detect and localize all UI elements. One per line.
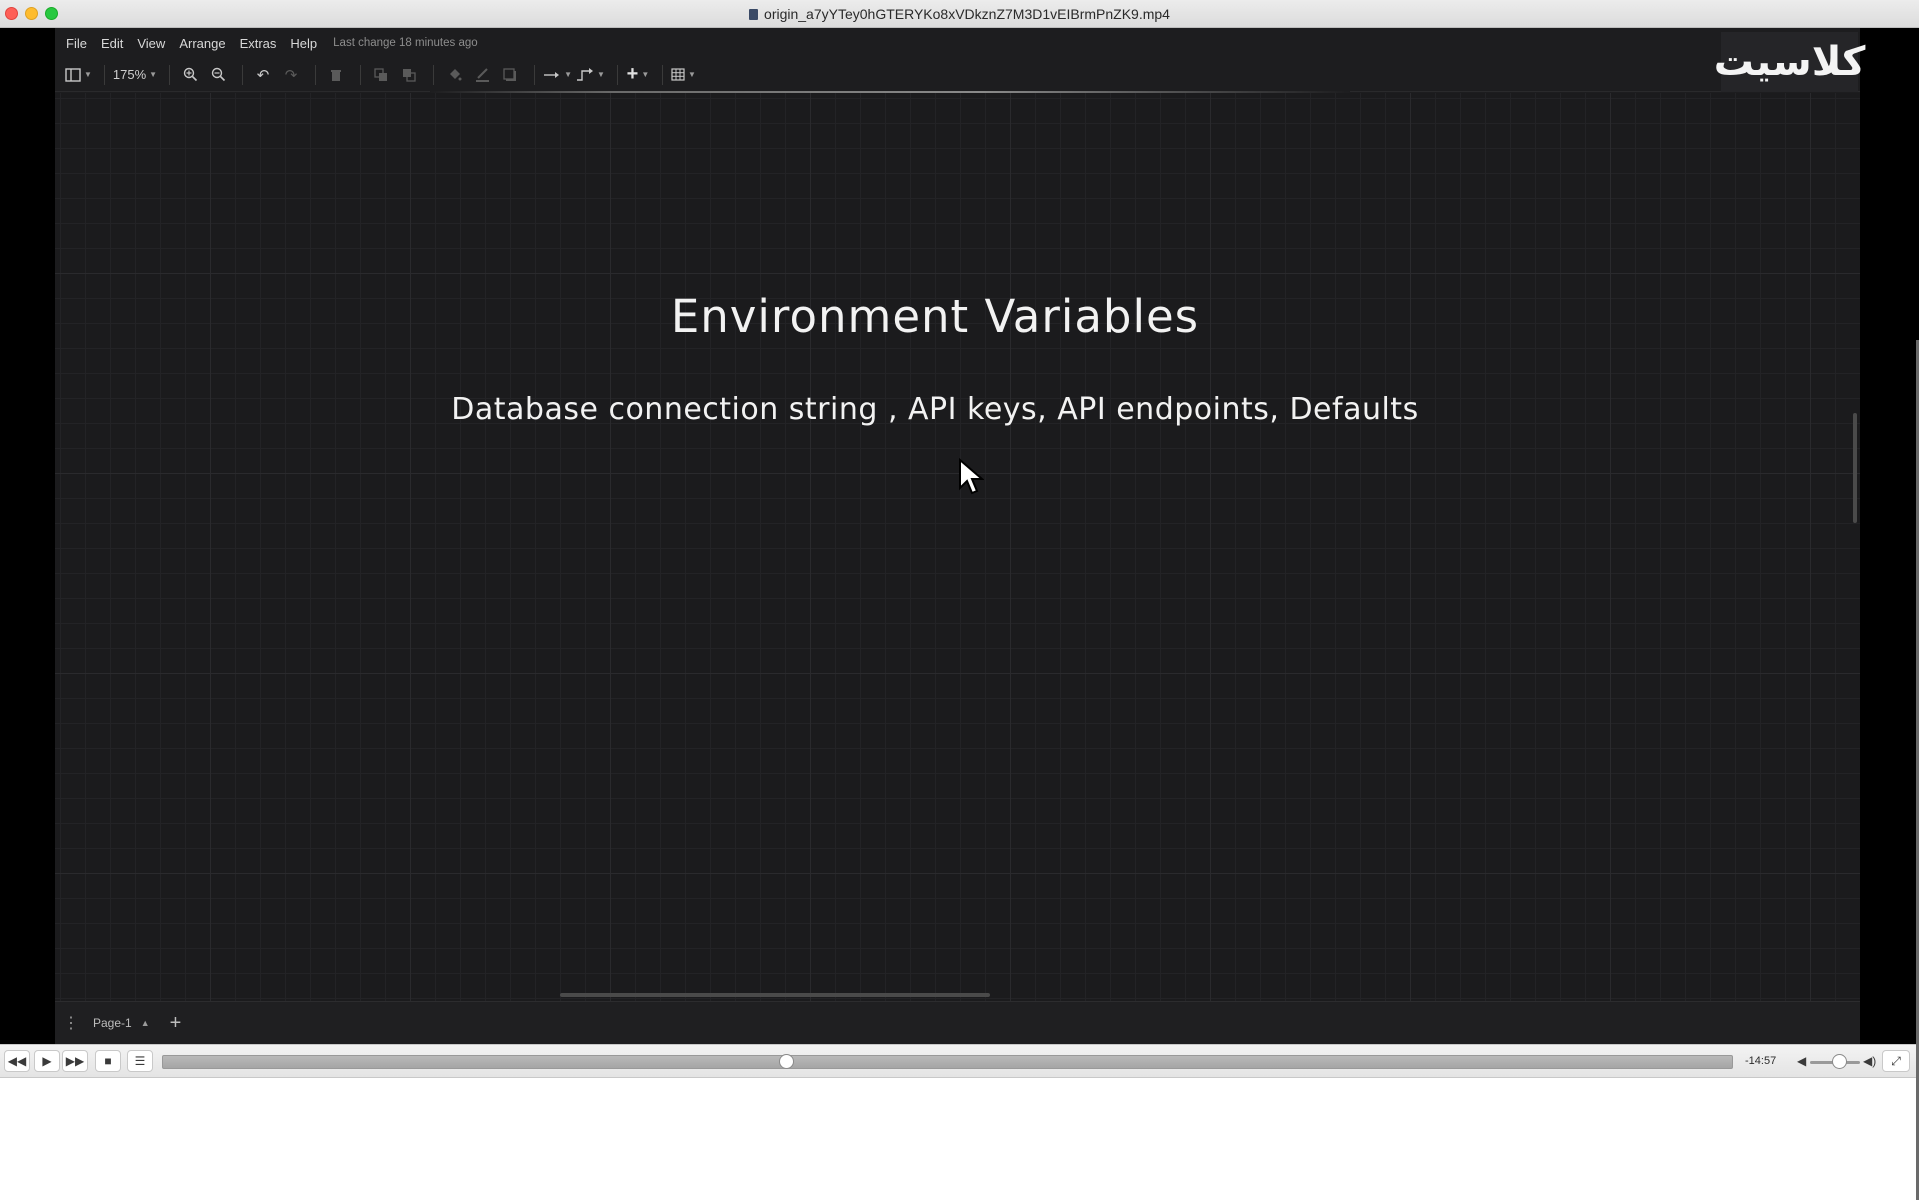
window-titlebar: origin_a7yYTey0hGTERYKo8xVDkznZ7M3D1vEIB… [0, 0, 1919, 28]
chevron-down-icon: ▼ [84, 70, 92, 79]
menu-bar: File Edit View Arrange Extras Help Last … [55, 28, 1860, 58]
zoom-in-icon[interactable] [178, 62, 202, 88]
zoom-out-icon[interactable] [206, 62, 230, 88]
tab-page-1[interactable]: Page-1 ▲ [93, 1016, 150, 1030]
diagram-canvas[interactable]: Environment Variables Database connectio… [55, 93, 1860, 1001]
toolbar-divider [360, 64, 362, 85]
toolbar-divider [315, 64, 317, 85]
seek-bar[interactable] [162, 1055, 1733, 1069]
horizontal-scrollbar[interactable] [560, 993, 990, 997]
chevron-down-icon: ▼ [687, 70, 696, 79]
playlist-button[interactable]: ☰ [127, 1050, 153, 1072]
chevron-down-icon: ▼ [641, 70, 650, 79]
zoom-level: 175% [112, 67, 147, 82]
channel-logo: كلاسيت [1714, 32, 1866, 92]
page-menu-icon[interactable]: ⋮ [63, 1013, 79, 1033]
to-front-icon[interactable] [369, 62, 393, 88]
menu-extras[interactable]: Extras [240, 36, 277, 51]
connection-icon[interactable]: ▼ [543, 62, 572, 88]
volume-high-icon[interactable]: ◀) [1863, 1054, 1876, 1068]
toolbar-divider [169, 64, 171, 85]
insert-icon[interactable]: + ▼ [626, 62, 650, 88]
line-color-icon[interactable] [470, 62, 494, 88]
zoom-dropdown[interactable]: 175% ▼ [113, 62, 157, 88]
waypoints-icon[interactable]: ▼ [576, 62, 605, 88]
window-title-area: origin_a7yYTey0hGTERYKo8xVDkznZ7M3D1vEIB… [0, 0, 1919, 28]
menu-edit[interactable]: Edit [101, 36, 123, 51]
volume-knob[interactable] [1832, 1054, 1847, 1069]
diagram-title-text[interactable]: Environment Variables [55, 290, 1815, 343]
add-page-icon[interactable]: + [170, 1012, 182, 1035]
menu-arrange[interactable]: Arrange [179, 36, 225, 51]
page-tabs-bar: ⋮ Page-1 ▲ + [55, 1001, 1860, 1044]
table-icon[interactable]: ▼ [671, 62, 696, 88]
toolbar-divider [242, 64, 244, 85]
window-title: origin_a7yYTey0hGTERYKo8xVDkznZ7M3D1vEIB… [764, 6, 1170, 22]
mouse-cursor-icon [959, 458, 984, 495]
chevron-up-icon: ▲ [140, 1018, 150, 1028]
last-change-status[interactable]: Last change 18 minutes ago [333, 37, 478, 49]
video-player-controls: ◀◀ ▶ ▶▶ ■ ☰ -14:57 ◀ ◀) ⤢ [0, 1044, 1919, 1078]
chevron-down-icon: ▼ [149, 70, 158, 79]
document-icon [749, 8, 759, 20]
toolbar-divider [661, 64, 663, 85]
fast-forward-button[interactable]: ▶▶ [62, 1050, 88, 1072]
shadow-icon[interactable] [498, 62, 522, 88]
to-back-icon[interactable] [397, 62, 421, 88]
time-remaining: -14:57 [1745, 1055, 1777, 1067]
video-frame: File Edit View Arrange Extras Help Last … [0, 28, 1919, 1044]
rewind-button[interactable]: ◀◀ [4, 1050, 30, 1072]
undo-icon[interactable]: ↶ [251, 62, 275, 88]
chevron-down-icon: ▼ [597, 70, 605, 79]
toolbar-divider [534, 64, 536, 85]
diagram-editor: File Edit View Arrange Extras Help Last … [55, 28, 1866, 1044]
fullscreen-button[interactable]: ⤢ [1882, 1050, 1910, 1072]
sidebar-toggle-icon[interactable]: ▼ [65, 62, 92, 88]
toolbar-divider [103, 64, 105, 85]
vertical-scrollbar[interactable] [1853, 413, 1857, 523]
menu-view[interactable]: View [137, 36, 165, 51]
window-bottom-area [0, 1079, 1919, 1201]
stop-button[interactable]: ■ [95, 1050, 121, 1072]
menu-file[interactable]: File [66, 36, 87, 51]
menu-help[interactable]: Help [290, 36, 317, 51]
delete-icon[interactable] [324, 62, 348, 88]
redo-icon[interactable]: ↷ [279, 62, 303, 88]
toolbar: ▼ 175% ▼ ↶ ↷ ▼ ▼ + ▼ ▼ [55, 58, 1860, 92]
volume-low-icon[interactable]: ◀ [1797, 1054, 1806, 1068]
page-tab-label: Page-1 [93, 1016, 132, 1030]
play-button[interactable]: ▶ [34, 1050, 60, 1072]
toolbar-divider [616, 64, 618, 85]
fill-color-icon[interactable] [442, 62, 466, 88]
chevron-down-icon: ▼ [564, 70, 573, 79]
diagram-subtitle-text[interactable]: Database connection string , API keys, A… [55, 392, 1815, 427]
toolbar-divider [433, 64, 435, 85]
